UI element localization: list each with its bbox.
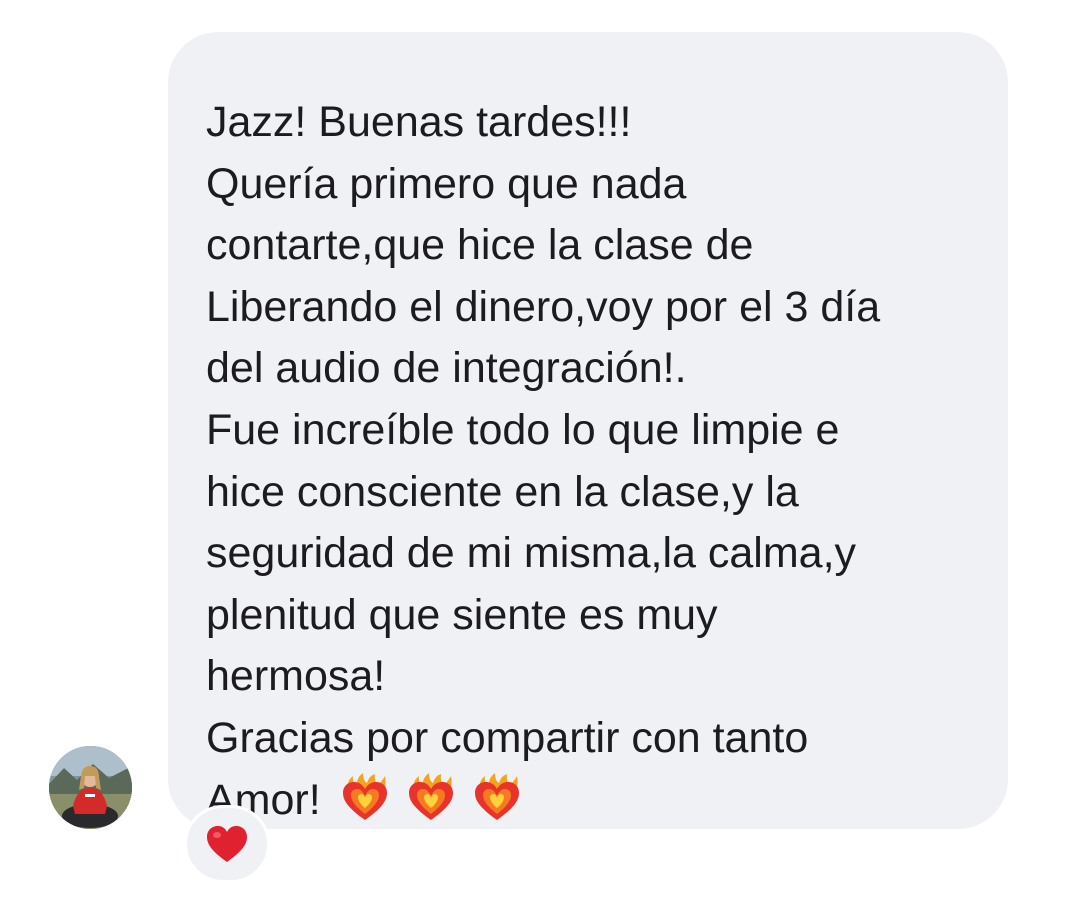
heart-on-fire-icon xyxy=(474,772,519,820)
reaction-badge[interactable] xyxy=(184,805,270,883)
message-line: Jazz! Buenas tardes!!! xyxy=(206,98,632,146)
message-line: Gracias por compartir con tanto xyxy=(206,713,809,762)
avatar[interactable] xyxy=(49,746,132,829)
message-bubble[interactable]: Jazz! Buenas tardes!!! Quería primero qu… xyxy=(168,32,1008,829)
message-line: Liberando el dinero,voy por el 3 día xyxy=(206,282,881,331)
avatar-photo xyxy=(49,746,132,829)
red-heart-icon xyxy=(207,826,247,862)
message-line: plenitud que siente es muy xyxy=(206,590,718,639)
message-line: seguridad de mi misma,la calma,y xyxy=(206,529,857,578)
message-line: del audio de integración!. xyxy=(206,344,687,393)
message-line: Quería primero que nada xyxy=(206,159,687,208)
message-last-line: Amor! xyxy=(206,770,978,832)
heart-on-fire-icon xyxy=(342,772,387,820)
message-line: hermosa! xyxy=(206,652,386,701)
message-line: contarte,que hice la clase de xyxy=(206,221,754,270)
message-line: Fue increíble todo lo que limpie e xyxy=(206,405,840,454)
heart-on-fire-icon xyxy=(408,772,453,820)
message-line: hice consciente en la clase,y la xyxy=(206,467,799,516)
